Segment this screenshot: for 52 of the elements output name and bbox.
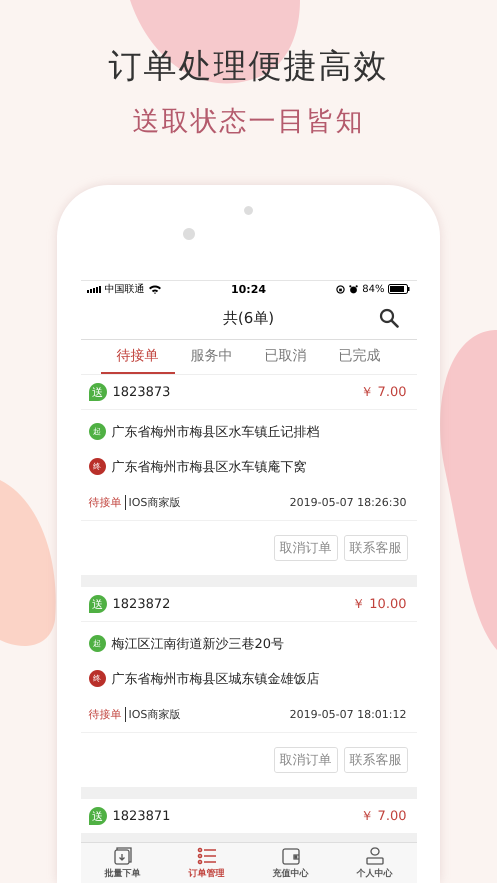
wallet-icon (280, 846, 300, 866)
order-source: IOS商家版 (128, 706, 180, 722)
order-time: 2019-05-07 18:26:30 (290, 496, 406, 508)
order-action-button[interactable]: 联系客服 (344, 535, 408, 561)
download-icon (112, 846, 132, 866)
order-number: 1823871 (112, 808, 170, 824)
order-number: 1823873 (112, 384, 170, 400)
delivery-badge: 送 (88, 383, 106, 401)
order-status-tab[interactable]: 已取消 (248, 340, 322, 374)
subheadline: 送取状态一目皆知 (132, 105, 364, 139)
order-time: 2019-05-07 18:01:12 (290, 708, 406, 720)
order-status-tab[interactable]: 已完成 (322, 340, 396, 374)
dropoff-pin: 终 (88, 458, 106, 475)
wifi-icon (148, 284, 160, 294)
tab-bar-item[interactable]: 订单管理 (164, 843, 248, 883)
order-action-button[interactable]: 取消订单 (274, 535, 338, 561)
dropoff-address: 广东省梅州市梅县区水车镇庵下窝 (112, 458, 306, 476)
headline: 订单处理便捷高效 (108, 45, 388, 87)
dropoff-address: 广东省梅州市梅县区城东镇金雄饭店 (112, 670, 320, 688)
person-icon (364, 846, 384, 866)
order-action-button[interactable]: 取消订单 (274, 747, 338, 773)
pickup-pin: 起 (88, 635, 106, 652)
carrier-name: 中国联通 (104, 282, 144, 296)
pickup-address: 梅江区江南街道新沙三巷20号 (112, 636, 284, 652)
tab-bar-item[interactable]: 个人中心 (332, 843, 416, 883)
tab-bar-item[interactable]: 充值中心 (248, 843, 332, 883)
order-status: 待接单 (88, 706, 126, 722)
order-price: ￥ 7.00 (360, 808, 406, 825)
pickup-pin: 起 (88, 423, 106, 440)
battery-icon (388, 284, 410, 294)
battery-percent: 84% (362, 284, 384, 294)
rotation-lock-icon (336, 284, 346, 294)
delivery-badge: 送 (88, 807, 106, 825)
order-number: 1823872 (112, 596, 170, 612)
signal-icon (86, 286, 100, 292)
order-action-button[interactable]: 联系客服 (344, 747, 408, 773)
order-price: ￥ 10.00 (352, 596, 406, 613)
delivery-badge: 送 (88, 595, 106, 613)
order-price: ￥ 7.00 (360, 384, 406, 401)
list-icon (196, 846, 216, 866)
status-time: 10:24 (230, 282, 266, 296)
speaker-dot (244, 206, 253, 215)
alarm-icon (349, 284, 358, 294)
order-status-tab[interactable]: 服务中 (174, 340, 248, 374)
camera-dot (183, 228, 195, 240)
search-icon[interactable] (378, 308, 398, 328)
dropoff-pin: 终 (88, 670, 106, 687)
order-source: IOS商家版 (128, 494, 180, 510)
order-status: 待接单 (88, 494, 126, 510)
nav-title: 共(6单) (222, 308, 274, 328)
pickup-address: 广东省梅州市梅县区水车镇丘记排档 (112, 424, 320, 440)
tab-bar-item[interactable]: 批量下单 (80, 843, 164, 883)
